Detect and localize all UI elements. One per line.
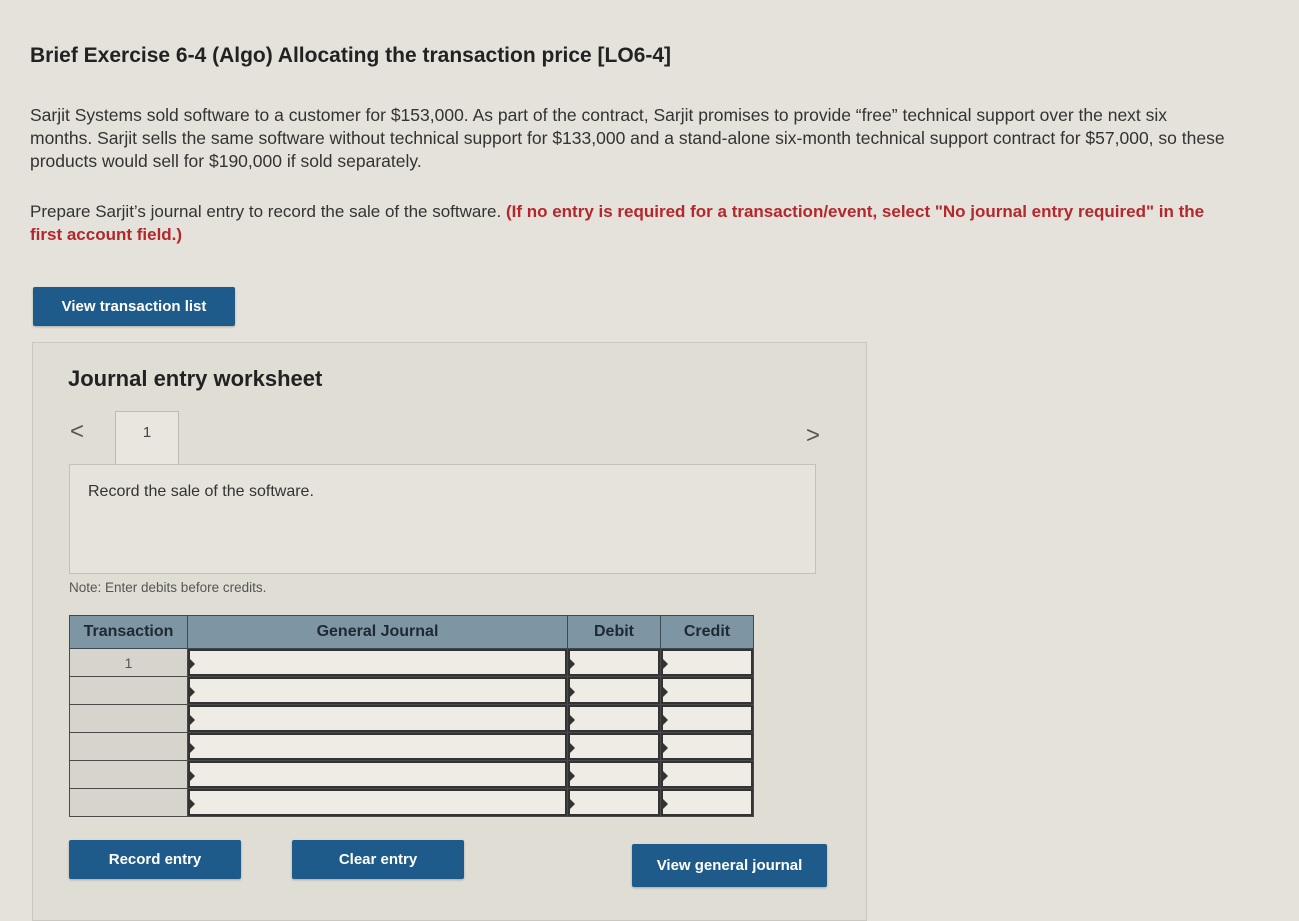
- record-prompt-box: Record the sale of the software.: [69, 464, 816, 574]
- table-row: [69, 732, 754, 761]
- general-journal-column-header: General Journal: [187, 615, 568, 649]
- transaction-number: [69, 732, 188, 761]
- credit-field[interactable]: [660, 676, 754, 705]
- debit-field[interactable]: [567, 788, 661, 817]
- debit-field[interactable]: [567, 732, 661, 761]
- journal-header-row: Transaction General Journal Debit Credit: [69, 615, 754, 649]
- record-prompt-text: Record the sale of the software.: [88, 483, 314, 500]
- clear-entry-button[interactable]: Clear entry: [292, 840, 464, 879]
- credit-field[interactable]: [660, 732, 754, 761]
- transaction-number: [69, 760, 188, 789]
- exercise-title: Brief Exercise 6-4 (Algo) Allocating the…: [30, 44, 672, 67]
- credit-field[interactable]: [660, 788, 754, 817]
- credit-field[interactable]: [660, 704, 754, 733]
- problem-instruction: Prepare Sarjit’s journal entry to record…: [30, 200, 1210, 246]
- account-field[interactable]: [187, 788, 568, 817]
- problem-description: Sarjit Systems sold software to a custom…: [30, 105, 1225, 171]
- credit-field[interactable]: [660, 648, 754, 677]
- transaction-number: [69, 788, 188, 817]
- debit-field[interactable]: [567, 648, 661, 677]
- worksheet-title: Journal entry worksheet: [68, 366, 323, 391]
- credit-field[interactable]: [660, 760, 754, 789]
- debit-field[interactable]: [567, 704, 661, 733]
- instruction-text: Prepare Sarjit’s journal entry to record…: [30, 202, 502, 221]
- view-general-journal-button[interactable]: View general journal: [632, 844, 827, 887]
- transaction-number: [69, 676, 188, 705]
- account-field[interactable]: [187, 732, 568, 761]
- transaction-number: 1: [69, 648, 188, 677]
- table-row: [69, 704, 754, 733]
- account-field[interactable]: [187, 648, 568, 677]
- tab-transaction-1[interactable]: 1: [115, 411, 179, 465]
- next-arrow-icon[interactable]: >: [806, 422, 820, 450]
- table-row: [69, 760, 754, 789]
- credit-column-header: Credit: [660, 615, 754, 649]
- journal-entry-table: Transaction General Journal Debit Credit…: [69, 615, 754, 817]
- record-entry-button[interactable]: Record entry: [69, 840, 241, 879]
- debit-credit-note: Note: Enter debits before credits.: [69, 580, 267, 595]
- debit-column-header: Debit: [567, 615, 661, 649]
- table-row: [69, 788, 754, 817]
- account-field[interactable]: [187, 676, 568, 705]
- view-transaction-list-button[interactable]: View transaction list: [33, 287, 235, 326]
- account-field[interactable]: [187, 760, 568, 789]
- previous-arrow-icon[interactable]: <: [70, 418, 84, 446]
- transaction-number: [69, 704, 188, 733]
- transaction-column-header: Transaction: [69, 615, 188, 649]
- exercise-page: Brief Exercise 6-4 (Algo) Allocating the…: [0, 0, 1299, 921]
- debit-field[interactable]: [567, 760, 661, 789]
- account-field[interactable]: [187, 704, 568, 733]
- table-row: 1: [69, 648, 754, 677]
- debit-field[interactable]: [567, 676, 661, 705]
- table-row: [69, 676, 754, 705]
